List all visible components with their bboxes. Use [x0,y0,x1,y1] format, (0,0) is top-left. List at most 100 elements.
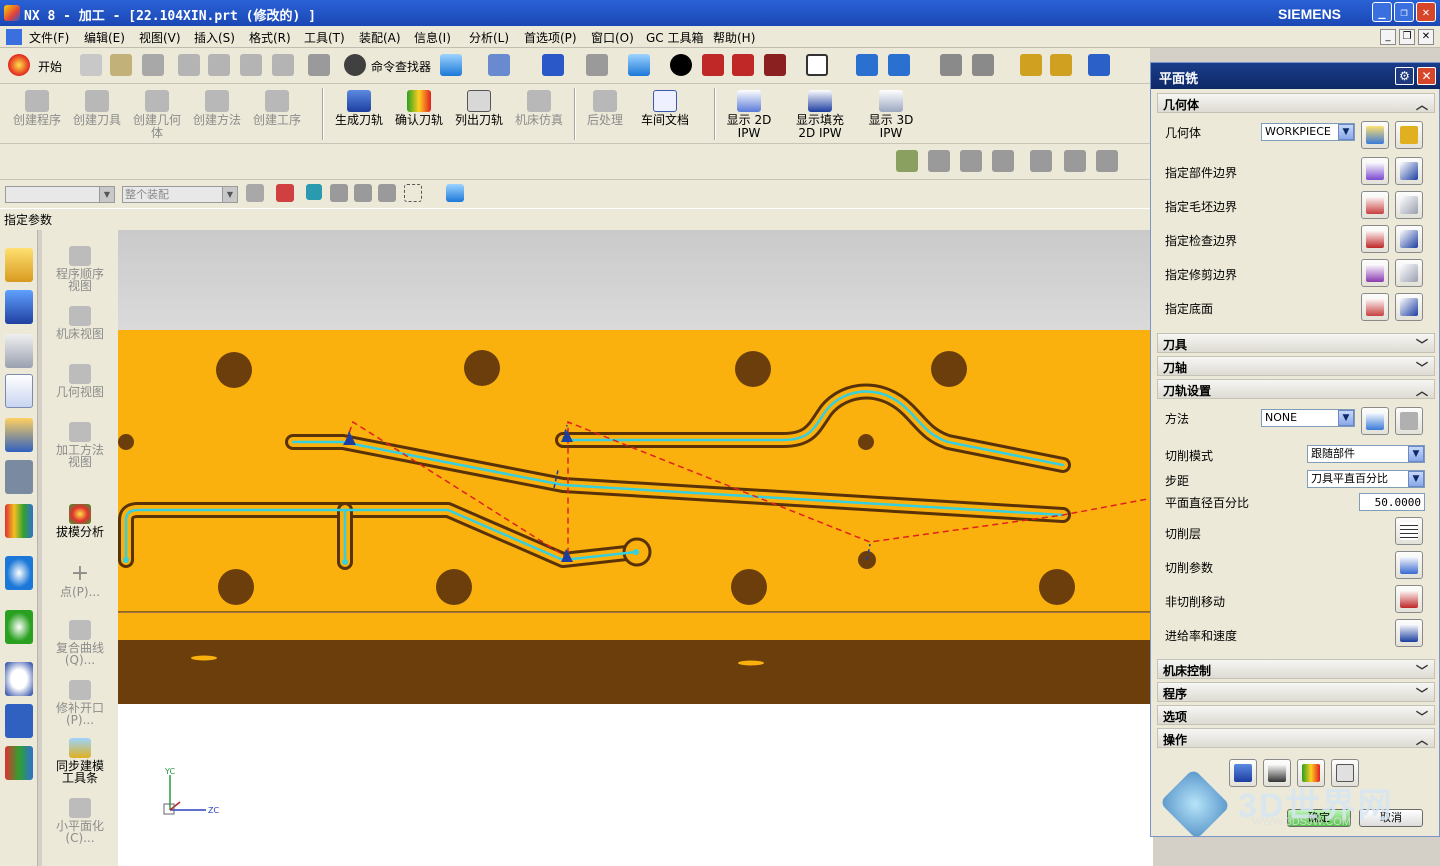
table-icon[interactable] [992,150,1014,172]
show-filled-2d-ipw-button[interactable]: 显示填充 2D IPW [790,86,850,142]
stepover-select[interactable]: 刀具平直百分比 ▼ [1307,470,1425,488]
new-method-button[interactable] [1361,407,1389,435]
operation-navigator-icon[interactable] [5,374,33,408]
tool-icon[interactable] [1020,54,1042,76]
menu-help[interactable]: 帮助(H) [713,29,755,46]
command-finder-label[interactable]: 命令查找器 [371,58,431,75]
rectangle-select-icon[interactable] [404,184,422,202]
assembly-navigator-icon[interactable] [5,248,33,282]
generate-toolpath-button[interactable]: 生成刀轨 [330,86,388,142]
shop-docs-button[interactable]: 车间文档 [636,86,694,142]
new-file-icon[interactable] [80,54,102,76]
report-icon[interactable] [1096,150,1118,172]
filter-icon[interactable] [246,184,264,202]
type-filter-combo[interactable]: ▼ [5,186,115,203]
section-view-icon[interactable] [702,54,724,76]
arrow-icon[interactable] [306,184,322,200]
settings-gear-icon[interactable]: ⚙ [1395,67,1414,85]
view-cube-icon[interactable] [440,54,462,76]
section-path-settings-header[interactable]: 刀轨设置 ︿ [1157,379,1435,399]
section-options-header[interactable]: 选项 ﹀ [1157,705,1435,725]
copy-icon[interactable] [208,54,230,76]
section-program-header[interactable]: 程序 ﹀ [1157,682,1435,702]
group-icon[interactable] [928,150,950,172]
fit-view-icon[interactable] [542,54,564,76]
create-tool-button[interactable]: 创建刀具 [68,86,126,142]
dialog-close-button[interactable]: ✕ [1417,67,1436,85]
display-part-boundary-button[interactable] [1395,157,1423,185]
menu-tools[interactable]: 工具(T) [304,29,345,46]
assembly-scope-combo[interactable]: 整个装配 ▼ [122,186,238,203]
menu-edit[interactable]: 编辑(E) [84,29,125,46]
doc-minimize-button[interactable]: _ [1380,29,1396,45]
machine-simulation-button[interactable]: 机床仿真 [510,86,568,142]
part-boundary-button[interactable] [1361,157,1389,185]
body-select-icon[interactable] [446,184,464,202]
flag-icon[interactable] [1030,150,1052,172]
menu-preferences[interactable]: 首选项(P) [524,29,577,46]
curve-rule-icon[interactable] [354,184,372,202]
postprocess-button[interactable]: 后处理 [578,86,632,142]
background-icon[interactable] [806,54,828,76]
geometry-select[interactable]: WORKPIECE ▼ [1261,123,1355,141]
synchronous-modeling-button[interactable]: 同步建模 工具条 [42,738,118,784]
open-file-icon[interactable] [110,54,132,76]
paste-icon[interactable] [240,54,262,76]
save-icon[interactable] [142,54,164,76]
display-check-boundary-button[interactable] [1395,225,1423,253]
method-select[interactable]: NONE ▼ [1261,409,1355,427]
feature-icon[interactable] [330,184,348,202]
patch-openings-button[interactable]: 修补开口 (P)... [42,680,118,726]
floor-button[interactable] [1361,293,1389,321]
program-order-view-button[interactable]: 程序顺序 视图 [42,246,118,292]
start-button-label[interactable]: 开始 [38,58,62,75]
list-toolpath-button[interactable]: 列出刀轨 [450,86,508,142]
start-icon[interactable] [8,54,30,76]
system-materials-icon[interactable] [5,704,33,738]
comment-icon[interactable] [1064,150,1086,172]
binoculars-icon[interactable] [344,54,366,76]
trim-boundary-button[interactable] [1361,259,1389,287]
snap-icon[interactable] [1088,54,1110,76]
blank-boundary-button[interactable] [1361,191,1389,219]
machine-view-button[interactable]: 机床视图 [42,306,118,340]
menu-gc-toolbox[interactable]: GC 工具箱 [646,29,704,46]
machine-tool-navigator-icon[interactable] [5,418,33,452]
menu-analysis[interactable]: 分析(L) [469,29,509,46]
move-layer-icon[interactable] [972,54,994,76]
roles-icon[interactable] [5,504,33,538]
section-tool-header[interactable]: 刀具 ﹀ [1157,333,1435,353]
orient-wcs-icon[interactable] [888,54,910,76]
edit-section-icon[interactable] [732,54,754,76]
display-mode-icon[interactable] [670,54,692,76]
web-browser-icon[interactable] [5,556,33,590]
menu-format[interactable]: 格式(R) [249,29,291,46]
show-3d-ipw-button[interactable]: 显示 3D IPW [864,86,918,142]
show-2d-ipw-button[interactable]: 显示 2D IPW [722,86,776,142]
menu-view[interactable]: 视图(V) [139,29,181,46]
close-button[interactable]: ✕ [1416,2,1436,22]
shaded-cube-icon[interactable] [628,54,650,76]
menu-window[interactable]: 窗口(O) [591,29,634,46]
edit-method-button[interactable] [1395,407,1423,435]
composite-curve-button[interactable]: 复合曲线 (Q)... [42,620,118,666]
geometry-view-button[interactable]: 几何视图 [42,364,118,398]
facetize-button[interactable]: 小平面化 (C)... [42,798,118,844]
restore-button[interactable]: ❐ [1394,2,1414,22]
non-cutting-moves-button[interactable] [1395,585,1423,613]
section-actions-header[interactable]: 操作 ︿ [1157,728,1435,748]
menu-assembly[interactable]: 装配(A) [359,29,401,46]
feeds-speeds-button[interactable] [1395,619,1423,647]
layer-settings-icon[interactable] [940,54,962,76]
snap-point-icon[interactable] [276,184,294,202]
display-floor-button[interactable] [1395,293,1423,321]
cut-icon[interactable] [178,54,200,76]
cut-levels-button[interactable] [1395,517,1423,545]
undo-icon[interactable] [308,54,330,76]
section-geometry-header[interactable]: 几何体 ︿ [1157,93,1435,113]
history-icon[interactable] [5,610,33,644]
cut-pattern-select[interactable]: 跟随部件 ▼ [1307,445,1425,463]
check-icon[interactable] [896,150,918,172]
section-machine-control-header[interactable]: 机床控制 ﹀ [1157,659,1435,679]
display-trim-boundary-button[interactable] [1395,259,1423,287]
